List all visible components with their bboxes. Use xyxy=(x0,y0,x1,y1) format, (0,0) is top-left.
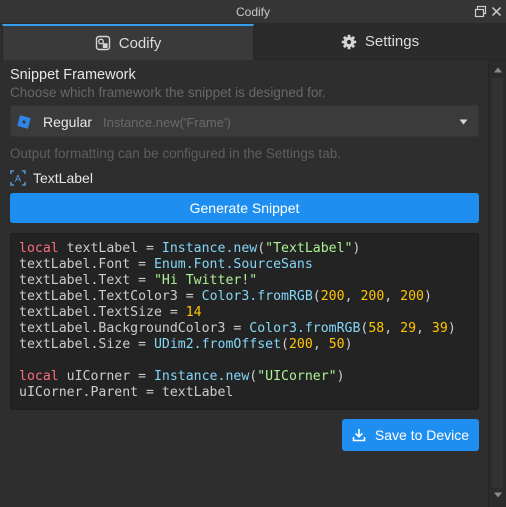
code-token-num: 200 xyxy=(400,289,424,304)
scroll-down-icon[interactable] xyxy=(493,491,503,499)
code-token-num: 29 xyxy=(400,321,417,336)
close-icon[interactable] xyxy=(490,5,503,18)
selected-instance: A TextLabel xyxy=(10,169,93,187)
code-token-plain: ) xyxy=(344,337,353,352)
framework-hint: Instance.new('Frame') xyxy=(103,114,231,130)
framework-description: Choose which framework the snippet is de… xyxy=(10,85,326,100)
textlabel-icon: A xyxy=(10,170,26,186)
code-token-num: 39 xyxy=(431,321,448,336)
code-line: local uICorner = Instance.new("UICorner"… xyxy=(19,369,456,385)
code-token-plain: ( xyxy=(257,241,266,256)
tab-codify[interactable]: Codify xyxy=(2,24,254,60)
code-token-plain: textLabel.TextColor3 = xyxy=(19,289,202,304)
selected-instance-name: TextLabel xyxy=(33,170,93,186)
code-token-plain: , xyxy=(384,289,401,304)
framework-dropdown[interactable]: Regular Instance.new('Frame') xyxy=(10,105,479,137)
restore-window-icon[interactable] xyxy=(474,5,487,18)
scroll-up-icon[interactable] xyxy=(493,66,503,74)
code-token-num: 200 xyxy=(360,289,385,304)
tab-settings-label: Settings xyxy=(364,33,420,50)
code-token-str: "UICorner" xyxy=(257,369,337,384)
tab-settings[interactable]: Settings xyxy=(254,24,506,60)
code-token-fn: Color3.fromRGB xyxy=(201,289,313,304)
gear-icon xyxy=(341,34,357,49)
save-to-device-button[interactable]: Save to Device xyxy=(342,419,479,451)
framework-title: Snippet Framework xyxy=(10,67,136,83)
code-token-plain: ) xyxy=(352,241,361,256)
tab-bar: Codify Settings xyxy=(0,24,506,60)
code-token-plain: ) xyxy=(336,369,345,384)
code-output[interactable]: local textLabel = Instance.new("TextLabe… xyxy=(10,233,479,410)
code-token-plain: ) xyxy=(424,289,432,304)
code-text: local textLabel = Instance.new("TextLabe… xyxy=(19,241,456,401)
code-line: textLabel.BackgroundColor3 = Color3.from… xyxy=(19,321,456,337)
code-token-plain: textLabel.Font = xyxy=(19,257,154,272)
svg-text:A: A xyxy=(15,174,21,184)
code-token-num: 200 xyxy=(288,337,313,352)
code-token-plain: uICorner.Parent = textLabel xyxy=(19,385,234,400)
code-line: textLabel.Text = "Hi Twitter!" xyxy=(19,273,456,289)
code-token-fn: Instance.new xyxy=(153,369,250,384)
code-token-str: "Hi Twitter!" xyxy=(153,273,258,288)
code-token-plain: ( xyxy=(281,337,289,352)
code-token-plain: textLabel.Text = xyxy=(19,273,154,288)
roblox-logo-icon xyxy=(17,115,31,129)
code-token-num: 58 xyxy=(368,321,385,336)
code-token-num: 14 xyxy=(185,305,202,320)
code-token-fn: Enum.Font.SourceSans xyxy=(153,257,313,272)
code-token-str: "TextLabel" xyxy=(265,241,353,256)
code-line: local textLabel = Instance.new("TextLabe… xyxy=(19,241,456,257)
code-token-plain: textLabel.TextSize = xyxy=(19,305,186,320)
code-token-num: 50 xyxy=(328,337,345,352)
main-panel: Snippet Framework Choose which framework… xyxy=(0,60,488,507)
chevron-down-icon xyxy=(459,119,468,125)
vertical-scrollbar[interactable] xyxy=(488,60,506,507)
code-token-fn: Color3.fromRGB xyxy=(249,321,361,336)
code-line: textLabel.TextColor3 = Color3.fromRGB(20… xyxy=(19,289,456,305)
code-token-plain: , xyxy=(384,321,401,336)
code-token-plain: ( xyxy=(312,289,321,304)
code-token-kw: local xyxy=(19,241,59,256)
framework-selected: Regular xyxy=(43,114,93,130)
code-token-plain: textLabel.Size = xyxy=(19,337,154,352)
code-token-plain: uICorner = xyxy=(58,369,154,384)
save-to-device-label: Save to Device xyxy=(374,427,470,443)
code-token-plain: ) xyxy=(447,321,456,336)
code-token-plain: textLabel = xyxy=(58,241,162,256)
code-token-fn: UDim2.fromOffset xyxy=(153,337,282,352)
code-token-plain: , xyxy=(312,337,329,352)
window-title: Codify xyxy=(235,5,270,19)
code-line: textLabel.TextSize = 14 xyxy=(19,305,456,321)
code-token-num: 200 xyxy=(320,289,345,304)
code-token-plain: , xyxy=(344,289,361,304)
tab-codify-label: Codify xyxy=(118,34,162,52)
title-bar: Codify xyxy=(0,0,506,24)
code-line: textLabel.Font = Enum.Font.SourceSans xyxy=(19,257,456,273)
code-token-plain: , xyxy=(416,321,432,336)
generate-snippet-button[interactable]: Generate Snippet xyxy=(10,193,479,223)
code-token-fn: Instance.new xyxy=(161,241,258,256)
code-token-plain: textLabel.BackgroundColor3 = xyxy=(19,321,250,336)
code-line: textLabel.Size = UDim2.fromOffset(200, 5… xyxy=(19,337,456,353)
codify-icon xyxy=(95,35,110,51)
code-token-kw: local xyxy=(19,369,59,384)
output-note: Output formatting can be configured in t… xyxy=(10,146,341,161)
code-line: uICorner.Parent = textLabel xyxy=(19,385,456,401)
scrollbar-track[interactable] xyxy=(492,78,503,488)
download-icon xyxy=(352,429,366,442)
